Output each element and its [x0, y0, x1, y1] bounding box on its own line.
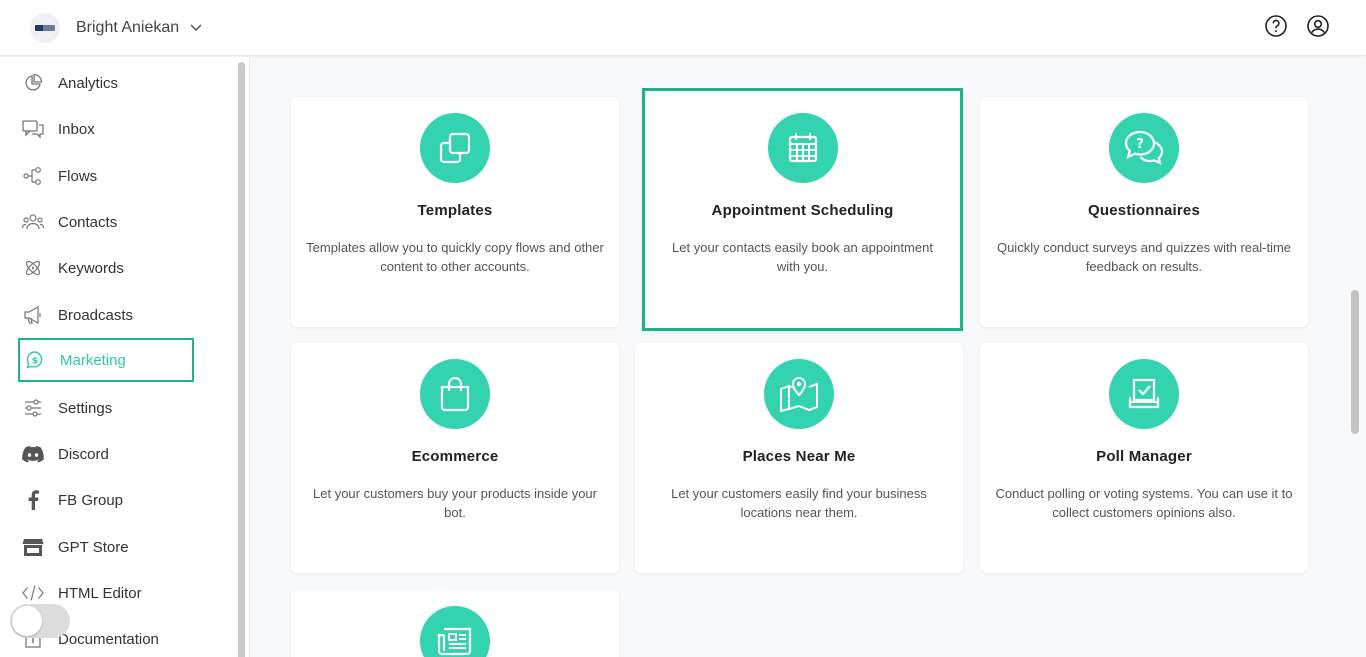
card-ecommerce[interactable]: Ecommerce Let your customers buy your pr… [291, 343, 619, 573]
discord-icon [22, 443, 44, 465]
card-title: Appointment Scheduling [711, 202, 894, 219]
card-description: Let your contacts easily book an appoint… [672, 240, 933, 274]
card-title: Poll Manager [1096, 448, 1192, 465]
card-icon-circle [420, 113, 490, 183]
sidebar-item-label: Settings [58, 399, 113, 417]
card-title: Questionnaires [1088, 202, 1200, 219]
sidebar-item-settings[interactable]: Settings [18, 386, 194, 430]
svg-text:$: $ [32, 357, 38, 367]
card-icon-circle [420, 606, 490, 657]
help-circle-icon[interactable] [1264, 14, 1288, 38]
sidebar-item-contacts[interactable]: Contacts [18, 200, 194, 244]
question-chat-icon: ? [1124, 130, 1164, 165]
card-icon-circle: ? [1109, 113, 1179, 183]
calendar-icon [788, 133, 817, 163]
card-questionnaires[interactable]: ? Questionnaires Quickly conduct surveys… [980, 97, 1308, 327]
card-title: Templates [417, 202, 493, 219]
sidebar-item-analytics[interactable]: Analytics [18, 61, 194, 105]
card-icon-circle [420, 359, 490, 429]
map-pin-icon [780, 376, 818, 412]
sidebar-item-marketing[interactable]: $ Marketing [18, 338, 194, 382]
newspaper-icon [437, 627, 472, 656]
sidebar-item-broadcasts[interactable]: Broadcasts [18, 293, 194, 337]
card-templates[interactable]: Templates Templates allow you to quickly… [291, 97, 619, 327]
sidebar-item-label: Inbox [58, 120, 95, 138]
account-name: Bright Aniekan [76, 18, 180, 36]
svg-text:?: ? [1136, 137, 1144, 152]
theme-toggle[interactable] [10, 604, 70, 638]
card-description: Let your customers easily find your busi… [671, 486, 927, 520]
account-logo [30, 12, 60, 43]
facebook-icon [22, 489, 44, 511]
chat-bubbles-icon [22, 118, 44, 140]
sliders-icon [22, 397, 44, 419]
card-newsletter[interactable] [291, 590, 619, 657]
code-icon [22, 582, 44, 604]
card-title: Ecommerce [411, 448, 499, 465]
chevron-down-icon [189, 21, 203, 35]
card-icon-circle [764, 359, 834, 429]
card-appointment-scheduling[interactable]: Appointment Scheduling Let your contacts… [642, 88, 963, 331]
sidebar-item-label: Marketing [60, 351, 126, 369]
user-circle-icon[interactable] [1306, 14, 1330, 38]
sidebar-item-label: Discord [58, 445, 109, 463]
atom-icon [22, 257, 44, 279]
card-places-near-me[interactable]: Places Near Me Let your customers easily… [635, 343, 963, 573]
sidebar: Analytics Inbox Flows Contacts Keywords … [0, 57, 250, 657]
sidebar-item-discord[interactable]: Discord [18, 432, 194, 476]
card-poll-manager[interactable]: Poll Manager Conduct polling or voting s… [980, 343, 1308, 573]
sidebar-item-label: Keywords [58, 259, 124, 277]
megaphone-icon [22, 304, 44, 326]
pie-chart-icon [22, 72, 44, 94]
main-scrollbar[interactable] [1351, 290, 1359, 434]
store-icon [22, 536, 44, 558]
card-icon-circle [767, 113, 838, 183]
account-switcher[interactable]: Bright Aniekan [30, 12, 203, 43]
sidebar-item-label: Flows [58, 167, 98, 185]
sidebar-item-inbox[interactable]: Inbox [18, 107, 194, 151]
card-title: Places Near Me [742, 448, 856, 465]
sidebar-scrollbar[interactable] [238, 62, 245, 657]
sidebar-item-fb-group[interactable]: FB Group [18, 478, 194, 522]
top-header: Bright Aniekan [0, 0, 1366, 56]
shopping-bag-icon [440, 376, 470, 412]
sidebar-item-label: GPT Store [58, 538, 129, 556]
sidebar-item-label: Documentation [58, 630, 159, 648]
users-icon [22, 211, 44, 233]
sidebar-item-label: FB Group [58, 491, 124, 509]
dollar-chat-icon: $ [24, 349, 46, 371]
card-description: Let your customers buy your products ins… [313, 486, 597, 520]
copy-icon [439, 132, 471, 164]
card-description: Templates allow you to quickly copy flow… [306, 240, 604, 274]
sidebar-item-gpt-store[interactable]: GPT Store [18, 525, 194, 569]
sidebar-item-label: HTML Editor [58, 584, 142, 602]
sidebar-item-keywords[interactable]: Keywords [18, 246, 194, 290]
card-description: Quickly conduct surveys and quizzes with… [996, 240, 1292, 274]
sidebar-item-label: Analytics [58, 74, 119, 92]
flow-nodes-icon [22, 165, 44, 187]
toggle-knob [12, 606, 42, 636]
sidebar-item-flows[interactable]: Flows [18, 154, 194, 198]
card-icon-circle [1109, 359, 1179, 429]
card-description: Conduct polling or voting systems. You c… [995, 486, 1293, 520]
sidebar-item-label: Broadcasts [58, 306, 134, 324]
sidebar-item-label: Contacts [58, 213, 118, 231]
ballot-box-icon [1128, 378, 1160, 409]
